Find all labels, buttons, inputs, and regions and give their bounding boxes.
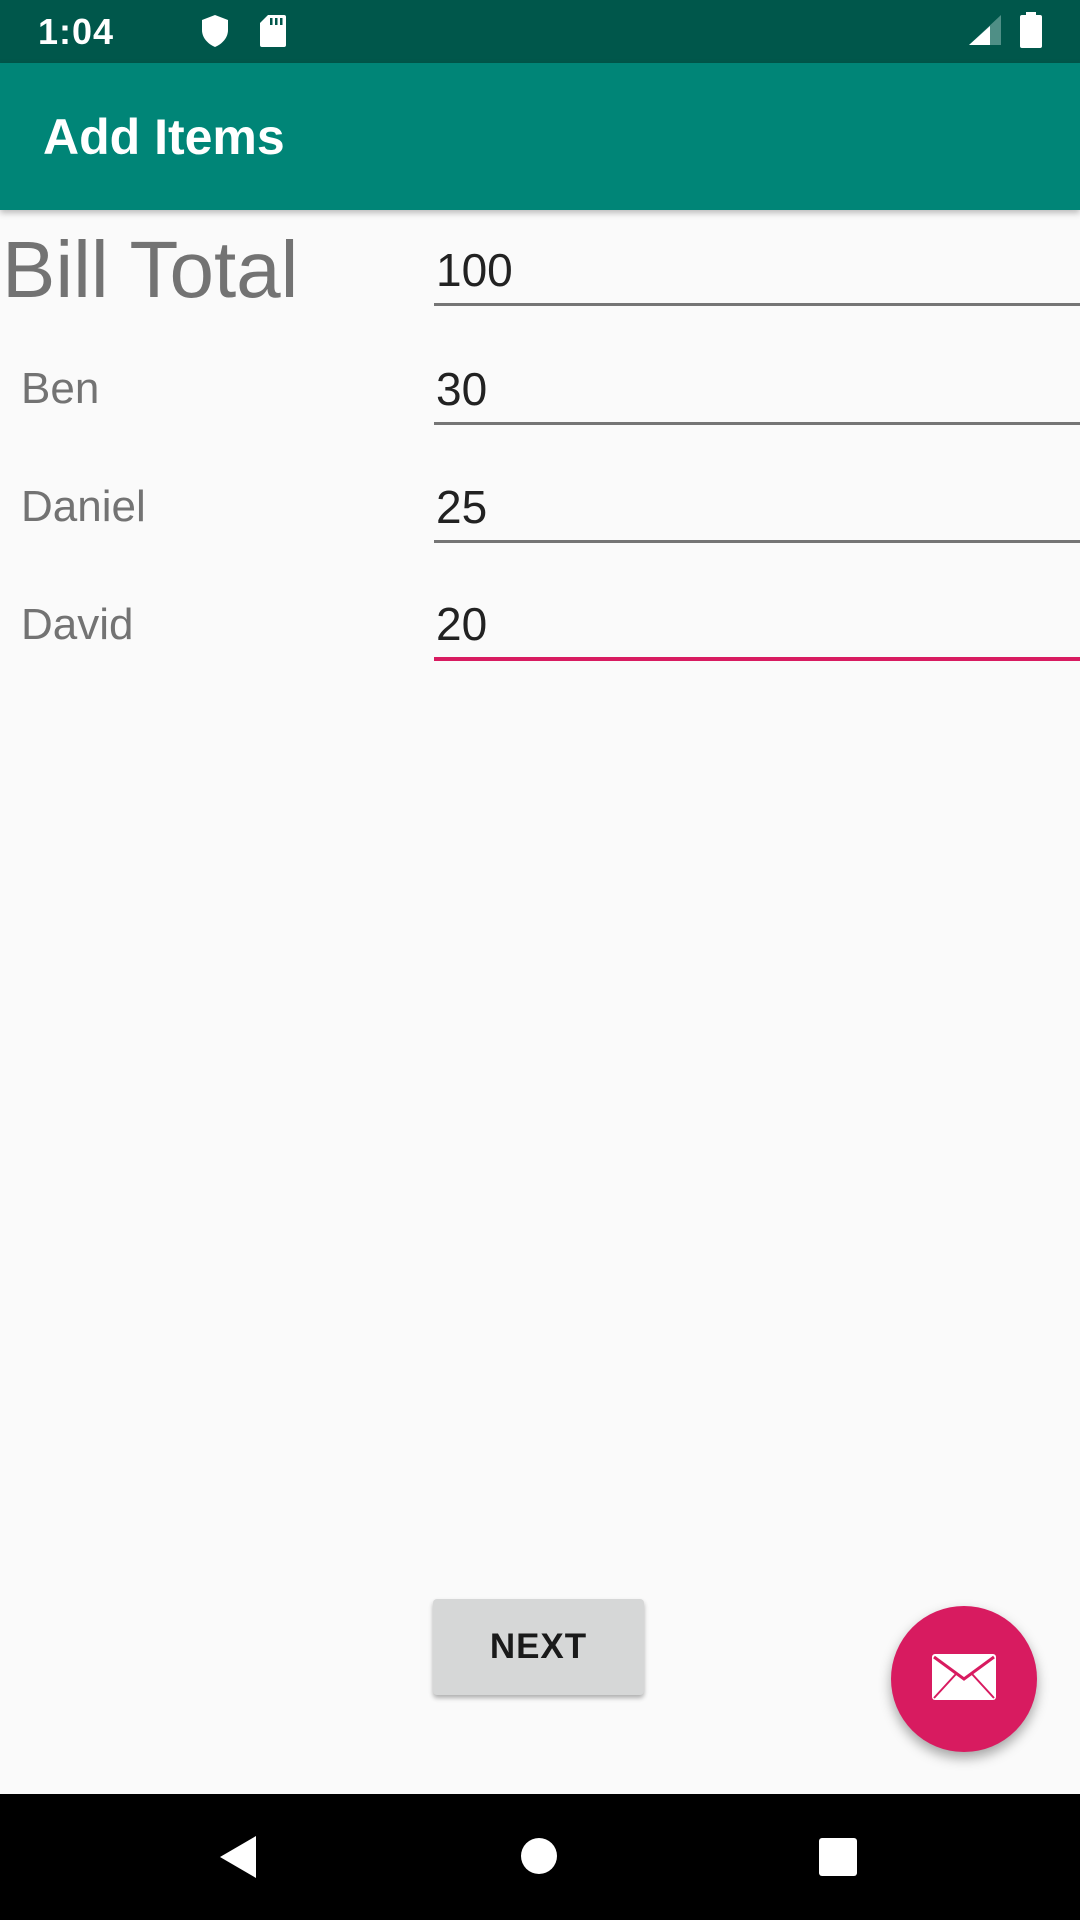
app-title: Add Items bbox=[43, 109, 285, 165]
shield-icon bbox=[200, 14, 230, 53]
next-button[interactable]: NEXT bbox=[433, 1599, 644, 1695]
screen: 1:04 Add Items Bill Total 100 Ben 30 Dan… bbox=[0, 0, 1080, 1920]
home-icon[interactable] bbox=[520, 1837, 558, 1880]
daniel-amount-input[interactable] bbox=[434, 473, 1080, 543]
status-time: 1:04 bbox=[38, 11, 115, 52]
app-bar: Add Items bbox=[0, 63, 1080, 210]
navigation-bar bbox=[0, 1794, 1080, 1920]
sd-card-icon bbox=[259, 14, 287, 53]
david-label: David bbox=[21, 600, 134, 649]
daniel-label: Daniel bbox=[21, 482, 146, 531]
ben-label: Ben bbox=[21, 364, 100, 413]
ben-amount-input[interactable] bbox=[434, 355, 1080, 425]
mail-icon bbox=[931, 1653, 997, 1706]
back-icon[interactable] bbox=[218, 1834, 258, 1885]
recents-icon[interactable] bbox=[818, 1837, 858, 1882]
signal-icon bbox=[968, 14, 1002, 51]
battery-icon bbox=[1019, 12, 1043, 53]
david-amount-input[interactable] bbox=[434, 591, 1080, 661]
email-fab-button[interactable] bbox=[891, 1606, 1037, 1752]
status-bar: 1:04 bbox=[0, 0, 1080, 63]
bill-total-label: Bill Total bbox=[2, 225, 299, 314]
bill-total-input[interactable] bbox=[434, 236, 1080, 306]
